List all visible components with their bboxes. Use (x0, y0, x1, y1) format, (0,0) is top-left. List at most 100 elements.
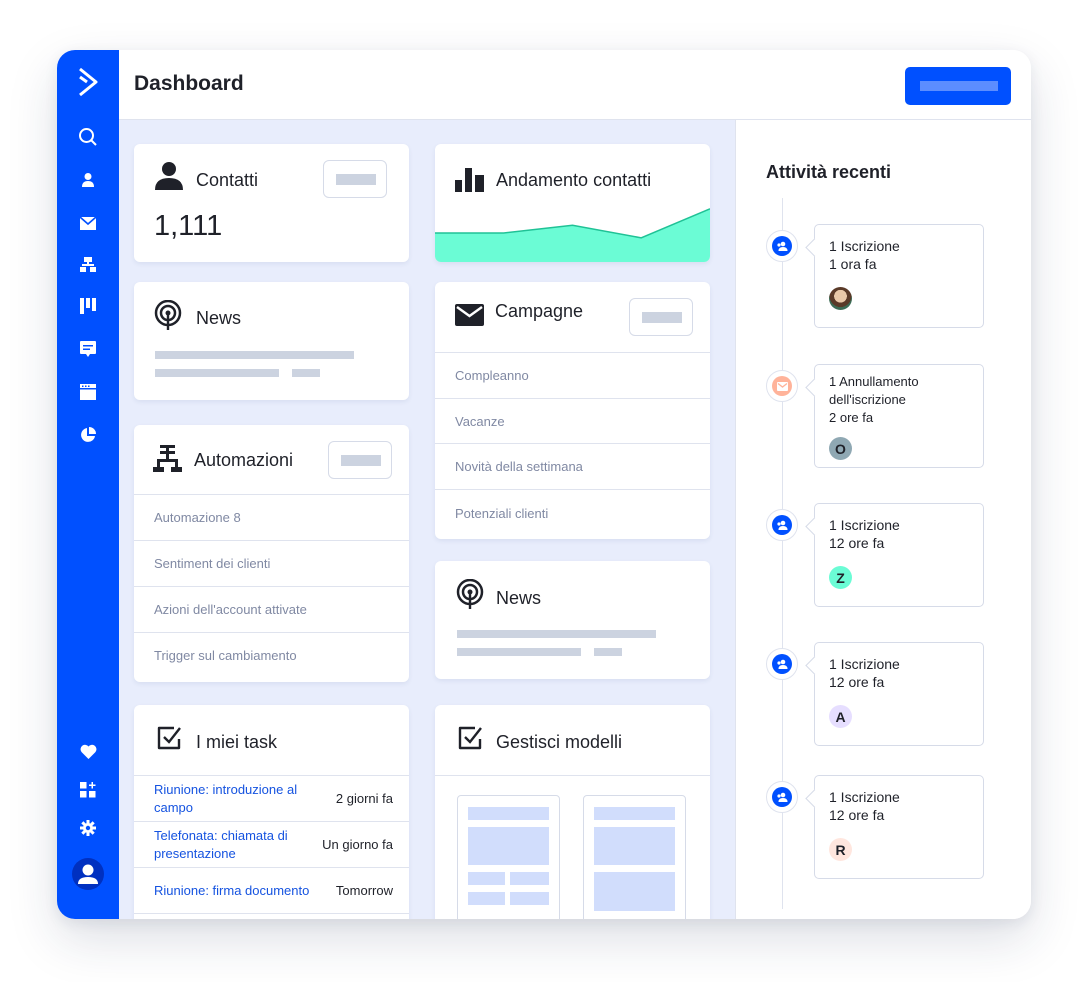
pie-chart-icon[interactable] (57, 422, 119, 448)
activity-title: 1 Iscrizione (829, 656, 900, 672)
sitemap-icon[interactable] (57, 252, 119, 278)
card-title: Automazioni (194, 450, 294, 470)
top-bar: Dashboard (119, 50, 1031, 120)
contact-avatar[interactable]: O (829, 437, 852, 460)
activity-time: 12 ore fa (829, 535, 885, 551)
contact-avatar[interactable]: A (829, 705, 852, 728)
tasks-list: Riunione: introduzione al campo 2 giorni… (134, 775, 409, 919)
card-title: Andamento contatti (496, 170, 652, 190)
skeleton-line (457, 648, 581, 656)
envelope-icon (455, 304, 484, 331)
card-title: News (496, 588, 542, 608)
templates-card: Gestisci modelli (435, 705, 710, 919)
apps-add-icon[interactable] (57, 777, 119, 803)
list-item[interactable]: Vacanze (435, 398, 710, 443)
sidebar (57, 50, 119, 919)
divider (435, 775, 710, 776)
list-item[interactable]: Compleanno (435, 352, 710, 398)
contact-avatar-photo[interactable] (829, 287, 852, 310)
automations-action-button[interactable] (328, 441, 392, 479)
task-row[interactable]: Telefonata: chiamata di presentazione Un… (134, 821, 409, 867)
user-avatar-icon[interactable] (57, 858, 119, 890)
contacts-trend-card[interactable]: Andamento contatti (435, 144, 710, 262)
skeleton-line (155, 369, 279, 377)
list-item[interactable]: Sentiment dei clienti (134, 540, 409, 586)
primary-action-button[interactable] (905, 67, 1011, 105)
card-title: Gestisci modelli (496, 732, 623, 752)
skeleton-line (594, 648, 622, 656)
button-label-placeholder (920, 81, 998, 91)
card-title: Campagne (495, 301, 584, 321)
campaigns-list: Compleanno Vacanze Novità della settiman… (435, 352, 710, 537)
task-row[interactable]: Riunione: introduzione al campo 2 giorni… (134, 775, 409, 821)
template-thumbnail[interactable] (457, 795, 560, 919)
contact-avatar[interactable]: R (829, 838, 852, 861)
task-name-link[interactable]: Telefonata: chiamata di presentazione (154, 827, 299, 863)
news-card[interactable]: News (134, 282, 409, 400)
logo-icon[interactable] (57, 67, 119, 97)
template-thumbnail[interactable] (583, 795, 686, 919)
broadcast-icon (154, 299, 182, 335)
recent-activity-panel: Attività recenti 1 Iscrizione 1 ora fa 1… (735, 120, 1031, 919)
news-card[interactable]: News (435, 561, 710, 679)
person-icon[interactable] (57, 167, 119, 193)
list-item[interactable]: Automazione 8 (134, 494, 409, 540)
task-row (134, 913, 409, 919)
trend-area (435, 208, 710, 262)
activity-time: 12 ore fa (829, 807, 885, 823)
sitemap-icon (153, 445, 182, 478)
browser-icon[interactable] (57, 379, 119, 405)
contacts-count: 1,111 (154, 210, 223, 242)
list-item[interactable]: Novità della settimana (435, 443, 710, 489)
list-item[interactable]: Trigger sul cambiamento (134, 632, 409, 678)
card-title: Contatti (196, 170, 259, 190)
chat-icon[interactable] (57, 336, 119, 362)
bar-chart-icon (455, 168, 485, 197)
task-name-link[interactable]: Riunione: introduzione al campo (154, 781, 299, 817)
subscribe-icon (766, 509, 798, 541)
skeleton-line (155, 351, 354, 359)
task-row[interactable]: Riunione: firma documento Tomorrow (134, 867, 409, 913)
subscribe-icon (766, 230, 798, 262)
campaigns-card: Campagne Compleanno Vacanze Novità della… (435, 282, 710, 539)
activity-card[interactable]: 1 Iscrizione 12 ore fa A (814, 642, 984, 746)
app-window: Dashboard Contatti 1,111 Andamento conta… (57, 50, 1031, 919)
task-due: Un giorno fa (322, 837, 393, 852)
activity-time: 2 ore fa (829, 410, 874, 425)
card-title: News (196, 308, 242, 328)
automations-list: Automazione 8 Sentiment dei clienti Azio… (134, 494, 409, 678)
contacts-card[interactable]: Contatti 1,111 (134, 144, 409, 262)
activity-title: 1 Iscrizione (829, 789, 900, 805)
activity-title: 1 Annullamento dell'iscrizione (829, 374, 919, 407)
person-icon (154, 162, 184, 195)
trend-area-chart (435, 208, 710, 262)
task-name-link[interactable]: Riunione: firma documento (154, 882, 309, 900)
contacts-action-button[interactable] (323, 160, 387, 198)
activity-card[interactable]: 1 Iscrizione 1 ora fa (814, 224, 984, 328)
list-item[interactable]: Potenziali clienti (435, 489, 710, 537)
checkbox-icon (156, 725, 182, 756)
search-icon[interactable] (57, 124, 119, 150)
skeleton-line (292, 369, 320, 377)
activity-card[interactable]: 1 Annullamento dell'iscrizione 2 ore fa … (814, 364, 984, 468)
checkbox-icon (457, 725, 483, 756)
activity-title: 1 Iscrizione (829, 517, 900, 533)
subscribe-icon (766, 781, 798, 813)
envelope-icon[interactable] (57, 210, 119, 236)
automations-card: Automazioni Automazione 8 Sentiment dei … (134, 425, 409, 682)
card-title: I miei task (196, 732, 278, 752)
task-due: Tomorrow (335, 883, 393, 898)
heart-icon[interactable] (57, 738, 119, 764)
activity-time: 12 ore fa (829, 674, 885, 690)
gear-icon[interactable] (57, 815, 119, 841)
activity-card[interactable]: 1 Iscrizione 12 ore fa Z (814, 503, 984, 607)
dashboard-main: Contatti 1,111 Andamento contatti News C… (119, 120, 735, 919)
campaigns-action-button[interactable] (629, 298, 693, 336)
unsubscribe-icon (766, 370, 798, 402)
activity-card[interactable]: 1 Iscrizione 12 ore fa R (814, 775, 984, 879)
panel-title: Attività recenti (766, 162, 892, 182)
contact-avatar[interactable]: Z (829, 566, 852, 589)
kanban-icon[interactable] (57, 293, 119, 319)
activity-time: 1 ora fa (829, 256, 877, 272)
list-item[interactable]: Azioni dell'account attivate (134, 586, 409, 632)
